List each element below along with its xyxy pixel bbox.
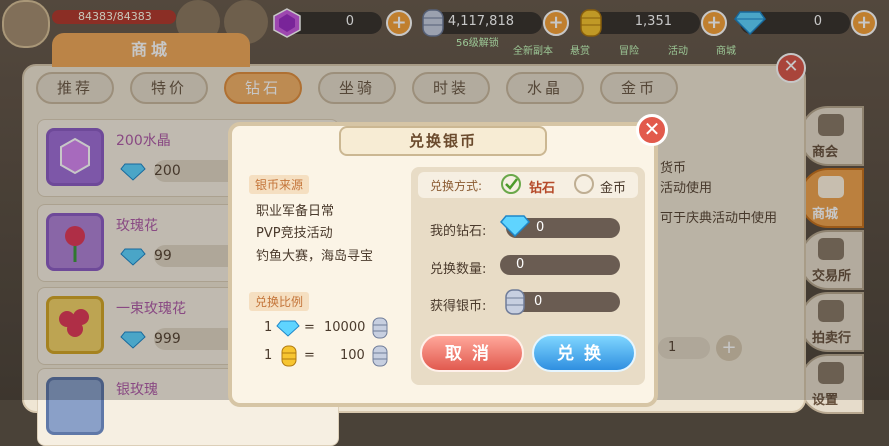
my-diamond-label: 我的钻石: <box>430 224 487 239</box>
method-label: 兑换方式: <box>430 179 483 193</box>
dialog-close-button[interactable]: ✕ <box>636 114 668 146</box>
method-diamond-label[interactable]: 钻石 <box>529 177 555 196</box>
ratio-right: 10000 <box>324 320 366 335</box>
receive-label: 获得银币: <box>430 299 487 314</box>
exchange-button[interactable]: 兑换 <box>532 334 636 372</box>
method-gold-label[interactable]: 金币 <box>600 177 626 196</box>
checkmark-icon <box>505 178 518 190</box>
silver-coin-icon <box>372 317 388 339</box>
source-header: 银币来源 <box>249 175 310 194</box>
source-item: 职业军备日常 <box>256 204 335 219</box>
cancel-button[interactable]: 取消 <box>420 334 524 372</box>
diamond-icon <box>500 215 530 237</box>
gold-coin-icon <box>281 345 297 367</box>
ratio-header: 兑换比例 <box>249 292 310 311</box>
silver-coin-icon <box>505 289 525 315</box>
receive-value: 0 <box>534 294 543 309</box>
source-item: PVP竞技活动 <box>256 226 333 241</box>
method-gold-radio[interactable] <box>574 174 594 194</box>
silver-coin-icon <box>372 345 388 367</box>
ratio-right: 100 <box>340 348 365 363</box>
quantity-label: 兑换数量: <box>430 262 487 277</box>
dialog-title: 兑换银币 <box>339 126 547 156</box>
quantity-input-value: 0 <box>516 257 525 272</box>
my-diamond-value: 0 <box>536 220 545 235</box>
quantity-input[interactable]: 0 <box>500 255 620 275</box>
ratio-equals: = <box>304 320 315 335</box>
method-diamond-radio[interactable] <box>501 174 521 194</box>
ratio-equals: = <box>304 348 315 363</box>
source-item: 钓鱼大赛，海岛寻宝 <box>256 249 374 264</box>
diamond-icon <box>276 320 300 337</box>
ratio-left: 1 <box>264 320 273 335</box>
ratio-left: 1 <box>264 348 273 363</box>
